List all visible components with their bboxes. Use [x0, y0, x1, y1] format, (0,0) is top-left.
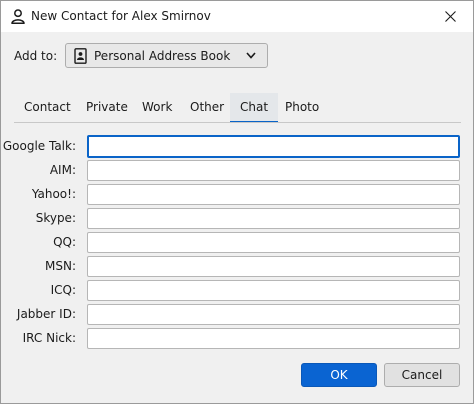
msn-field[interactable] — [87, 256, 460, 277]
tab-other-label: Other — [190, 100, 225, 114]
jabber-id-field[interactable] — [87, 304, 460, 325]
person-icon — [11, 9, 25, 24]
jabber-id-label: Jabber ID: — [16, 307, 76, 321]
close-icon — [444, 11, 456, 22]
tab-bar: Contact Private Work Other Chat Photo — [14, 93, 461, 123]
google-talk-field[interactable] — [87, 135, 460, 158]
tab-contact[interactable]: Contact — [14, 93, 81, 123]
tab-work[interactable]: Work — [132, 93, 182, 123]
add-to-label-text: Add to: — [14, 49, 58, 63]
address-book-select[interactable]: Personal Address Book — [65, 43, 268, 68]
tab-chat[interactable]: Chat — [230, 93, 279, 123]
skype-field[interactable] — [87, 208, 460, 229]
address-book-selected: Personal Address Book — [94, 49, 231, 63]
yahoo-label: Yahoo!: — [31, 187, 76, 201]
address-book-icon — [74, 48, 87, 64]
tab-divider — [14, 122, 461, 123]
new-contact-dialog: New Contact for Alex Smirnov Add to: Per… — [0, 0, 474, 404]
tab-contact-label: Contact — [24, 100, 71, 114]
irc-nick-field[interactable] — [87, 328, 460, 349]
tab-photo[interactable]: Photo — [275, 93, 329, 123]
yahoo-field[interactable] — [87, 184, 460, 205]
tab-private[interactable]: Private — [76, 93, 138, 123]
title-bar[interactable]: New Contact for Alex Smirnov — [1, 1, 473, 32]
add-to-label: Add to: — [14, 49, 57, 63]
icq-field[interactable] — [87, 280, 460, 301]
qq-field[interactable] — [87, 232, 460, 253]
chevron-down-icon — [246, 52, 256, 59]
qq-label: QQ: — [53, 235, 76, 249]
tab-photo-label: Photo — [285, 100, 320, 114]
aim-label: AIM: — [49, 163, 76, 177]
icq-label: ICQ: — [50, 283, 76, 297]
irc-nick-label: IRC Nick: — [22, 331, 76, 345]
tab-other[interactable]: Other — [180, 93, 234, 123]
tab-chat-label: Chat — [240, 100, 269, 114]
tab-private-label: Private — [86, 100, 128, 114]
cancel-button[interactable]: Cancel — [384, 363, 460, 387]
tab-work-label: Work — [142, 100, 173, 114]
ok-button[interactable]: OK — [301, 363, 377, 387]
skype-label: Skype: — [35, 211, 76, 225]
aim-field[interactable] — [87, 160, 460, 181]
msn-label: MSN: — [45, 259, 76, 273]
window-title: New Contact for Alex Smirnov — [31, 9, 211, 23]
close-button[interactable] — [427, 1, 473, 32]
google-talk-label: Google Talk: — [2, 139, 76, 153]
